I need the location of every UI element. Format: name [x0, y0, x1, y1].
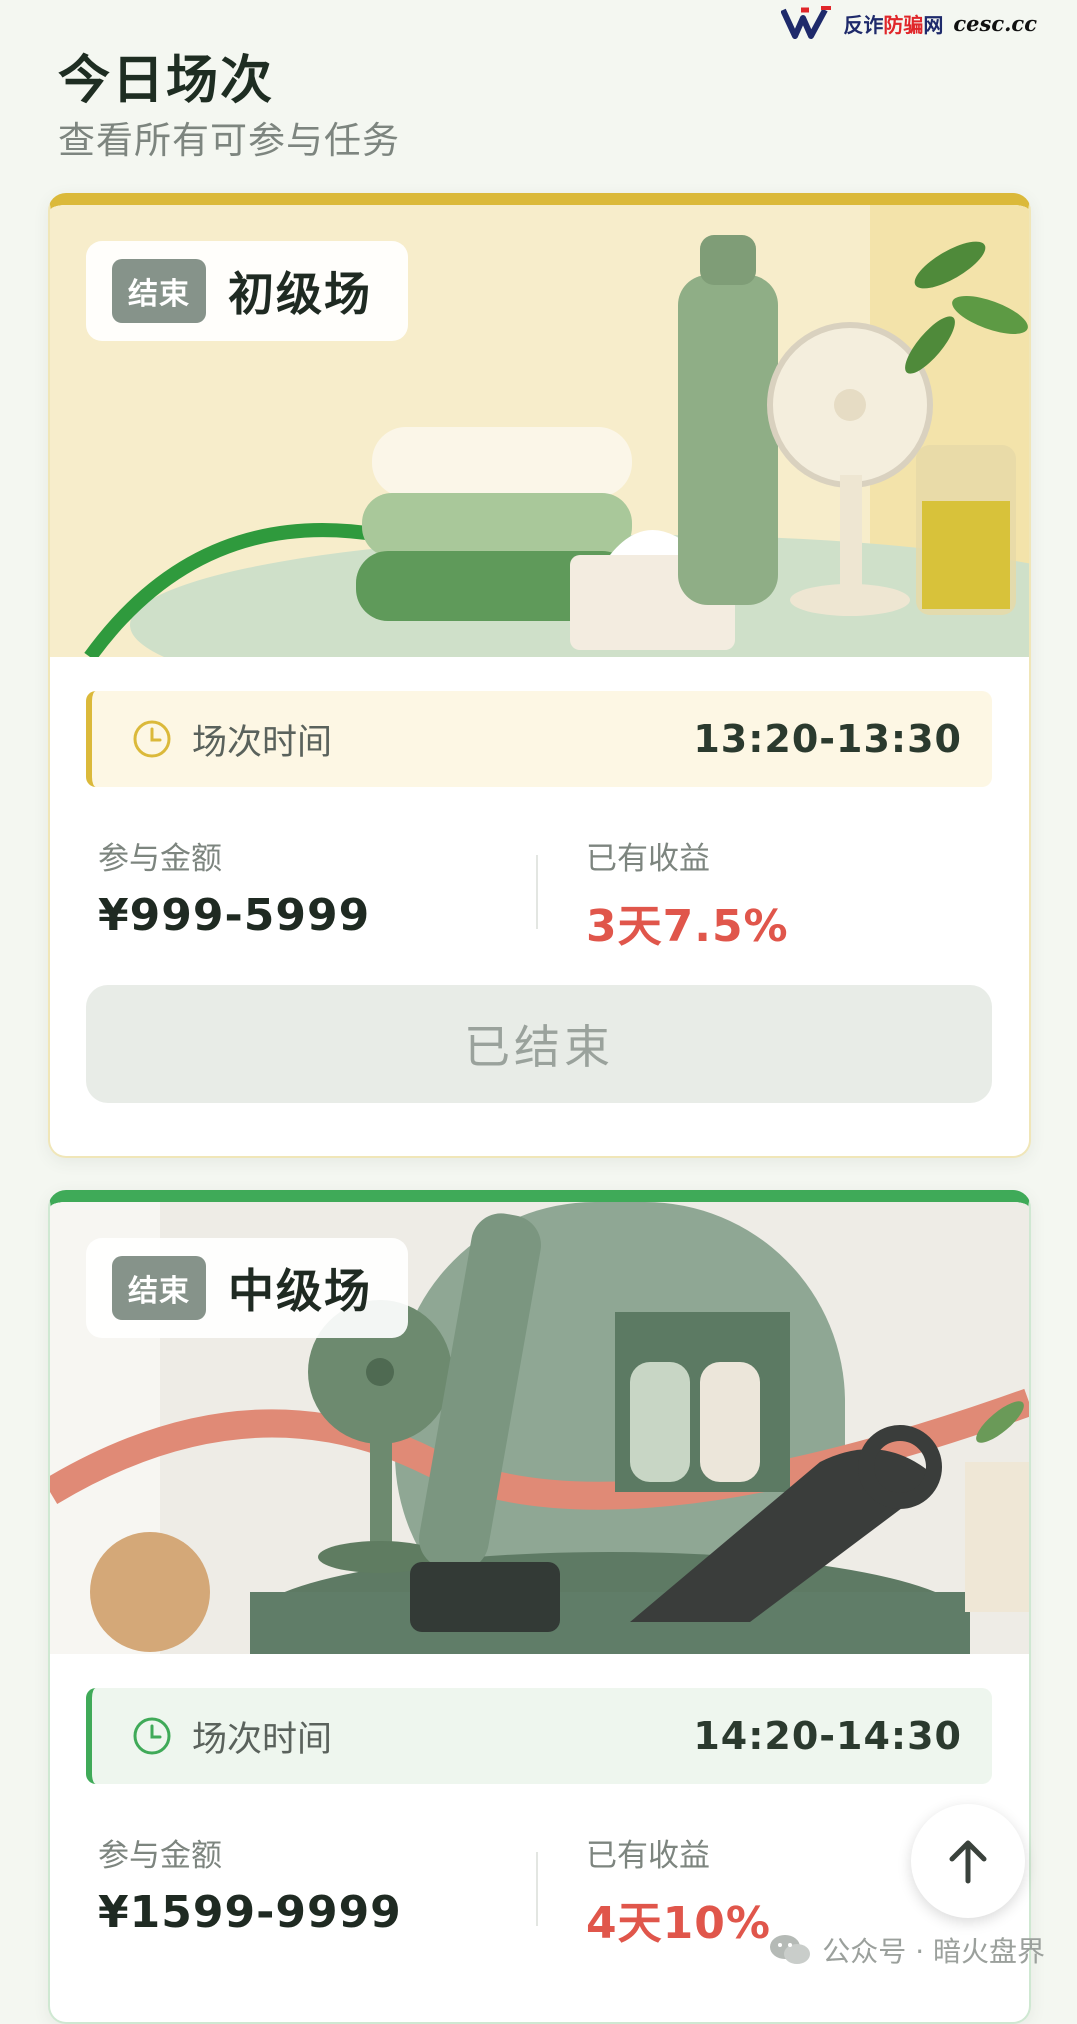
status-tag: 结束 — [112, 259, 206, 323]
session-card-beginner[interactable]: 结束 初级场 场次时间 13:20-13:30 参与金额 ¥999-5999 已… — [48, 193, 1031, 1158]
yield-block: 已有收益 4天10% — [586, 1830, 771, 1951]
session-card-intermediate[interactable]: 结束 中级场 场次时间 14:20-14:30 参与金额 ¥1599-9999 … — [48, 1190, 1031, 2024]
session-time-value: 14:20-14:30 — [693, 1714, 962, 1758]
watermark-bottom-text: 公众号 · 暗火盘界 — [822, 1935, 1045, 1968]
yield-label: 已有收益 — [586, 841, 710, 877]
session-badge: 结束 初级场 — [86, 241, 408, 341]
session-time-row: 场次时间 13:20-13:30 — [86, 691, 992, 787]
session-info: 参与金额 ¥999-5999 已有收益 3天7.5% — [98, 833, 978, 952]
arrow-up-icon — [949, 1840, 987, 1884]
amount-value: ¥1599-9999 — [98, 1887, 402, 1938]
divider — [536, 855, 538, 929]
page-title: 今日场次 — [58, 51, 275, 111]
watermark-top: 反诈防骗网 cesc.cc — [781, 6, 1037, 40]
session-level-name: 初级场 — [228, 267, 372, 321]
amount-label: 参与金额 — [98, 841, 222, 877]
wechat-icon — [770, 1935, 811, 1964]
session-time-value: 13:20-13:30 — [693, 717, 962, 761]
status-tag: 结束 — [112, 1256, 206, 1320]
session-time-label: 场次时间 — [192, 1719, 333, 1760]
divider — [536, 1852, 538, 1926]
session-level-name: 中级场 — [228, 1264, 372, 1318]
amount-block: 参与金额 ¥1599-9999 — [98, 1830, 402, 1938]
clock-icon — [133, 720, 171, 758]
clock-icon — [133, 1717, 171, 1755]
session-time-row: 场次时间 14:20-14:30 — [86, 1688, 992, 1784]
session-badge: 结束 中级场 — [86, 1238, 408, 1338]
brand-logo-icon — [781, 6, 832, 39]
yield-value: 4天10% — [586, 1898, 771, 1949]
page-subtitle: 查看所有可参与任务 — [58, 119, 400, 162]
yield-value: 3天7.5% — [586, 901, 789, 952]
watermark-bottom: 公众号 · 暗火盘界 — [768, 1930, 1045, 1970]
amount-block: 参与金额 ¥999-5999 — [98, 833, 370, 941]
watermark-brand: 反诈防骗网 — [843, 12, 944, 37]
session-time-label: 场次时间 — [192, 722, 333, 763]
ended-button[interactable]: 已结束 — [86, 985, 992, 1103]
yield-label: 已有收益 — [586, 1838, 710, 1874]
amount-label: 参与金额 — [98, 1838, 222, 1874]
session-info: 参与金额 ¥1599-9999 已有收益 4天10% — [98, 1830, 978, 1949]
yield-block: 已有收益 3天7.5% — [586, 833, 789, 954]
amount-value: ¥999-5999 — [98, 890, 371, 941]
scroll-to-top-button[interactable] — [911, 1804, 1025, 1918]
watermark-domain: cesc.cc — [953, 10, 1037, 36]
